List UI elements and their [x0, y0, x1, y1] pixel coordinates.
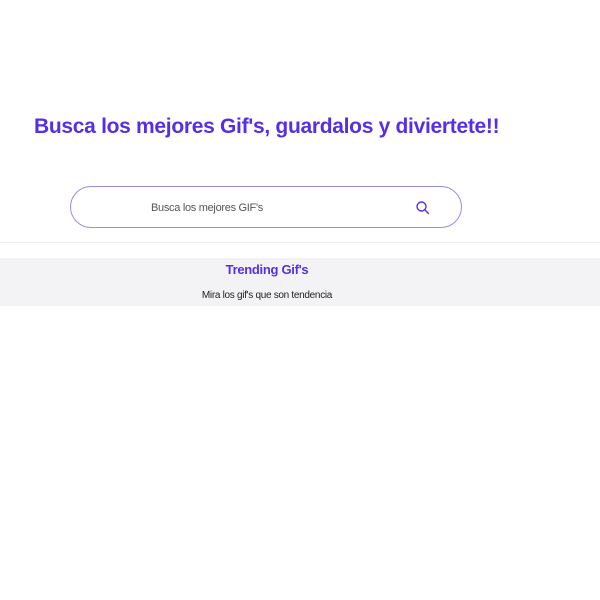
search-bar[interactable]	[70, 186, 462, 228]
section-divider	[0, 242, 600, 243]
trending-section: Trending Gif's Mira los gif's que son te…	[0, 258, 600, 306]
trending-title: Trending Gif's	[225, 262, 309, 277]
search-input[interactable]	[141, 198, 411, 218]
page: Busca los mejores Gif's, guardalos y div…	[0, 0, 600, 600]
search-icon[interactable]	[415, 200, 431, 216]
trending-subtitle: Mira los gif's que son tendencia	[201, 290, 333, 301]
page-title: Busca los mejores Gif's, guardalos y div…	[34, 115, 500, 138]
